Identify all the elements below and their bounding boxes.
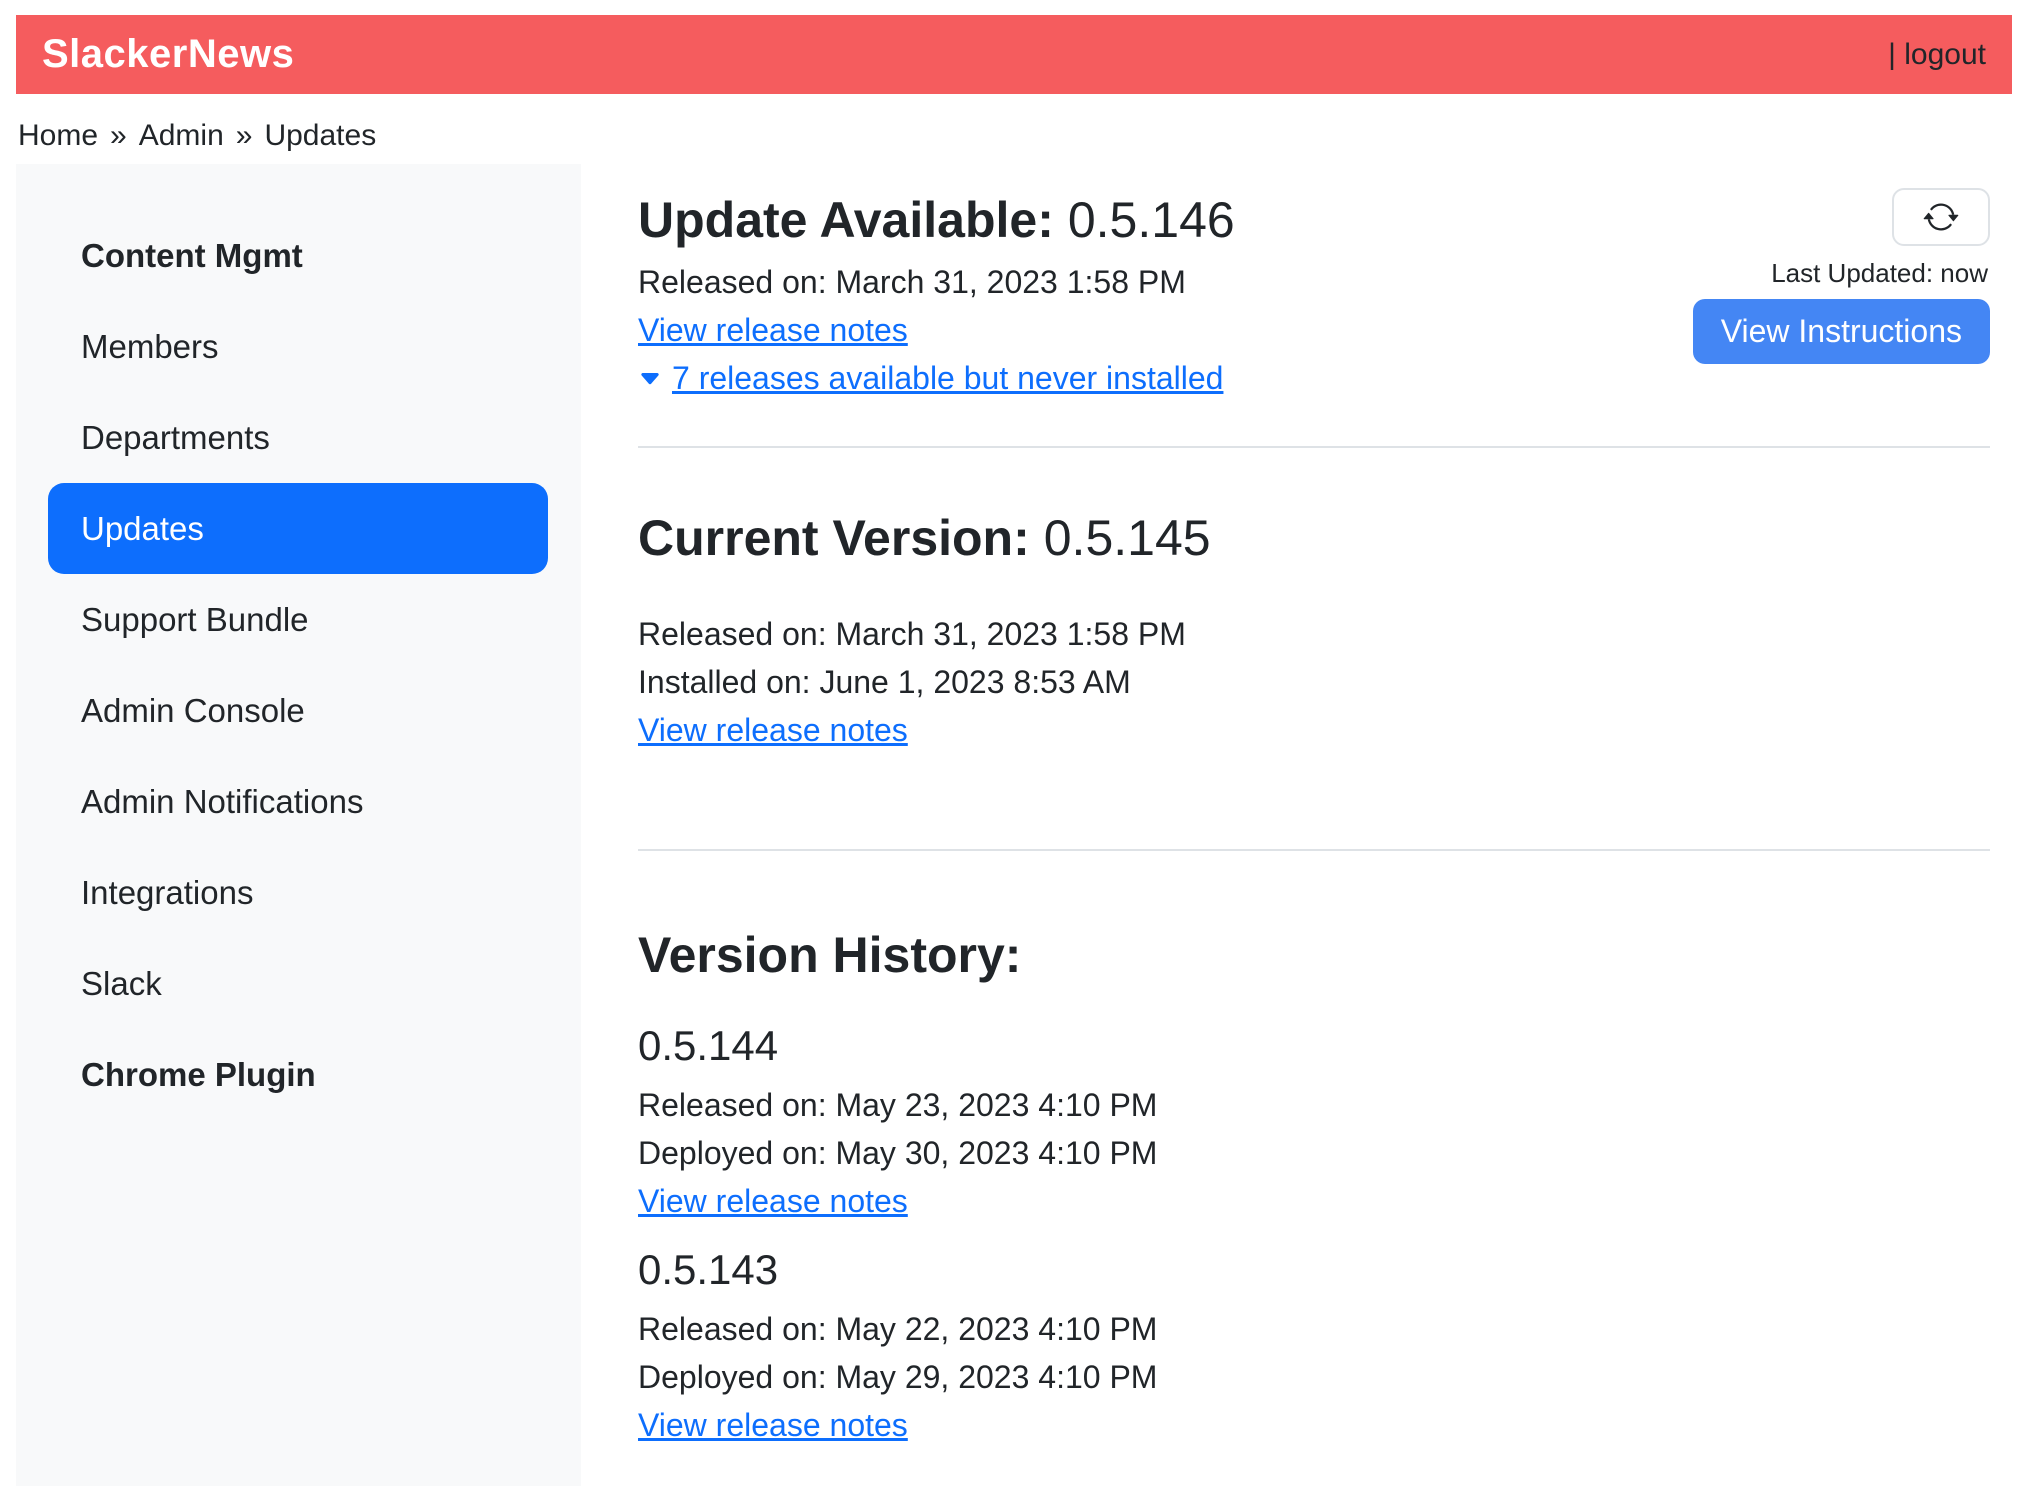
current-version-heading: Current Version:0.5.145 [638, 506, 1990, 570]
sidebar-item-departments[interactable]: Departments [48, 392, 548, 483]
sidebar-item-admin-console[interactable]: Admin Console [48, 665, 548, 756]
refresh-button[interactable] [1892, 188, 1990, 246]
version-history-entry: 0.5.143 Released on: May 22, 2023 4:10 P… [638, 1243, 1990, 1449]
history-deployed-on: Deployed on: May 30, 2023 4:10 PM [638, 1129, 1990, 1177]
history-released-on: Released on: May 22, 2023 4:10 PM [638, 1305, 1990, 1353]
current-released-on: Released on: March 31, 2023 1:58 PM [638, 610, 1990, 658]
releases-available-toggle[interactable]: 7 releases available but never installed [638, 360, 1223, 396]
main-content: Update Available:0.5.146 Released on: Ma… [581, 164, 2012, 1449]
breadcrumb-admin[interactable]: Admin [139, 119, 224, 152]
layout: Content Mgmt Members Departments Updates… [16, 164, 2012, 1486]
last-updated-text: Last Updated: now [1771, 258, 1988, 289]
caret-down-icon [638, 367, 662, 391]
logout-link[interactable]: | logout [1888, 38, 1986, 72]
sidebar: Content Mgmt Members Departments Updates… [16, 164, 581, 1486]
view-release-notes-link[interactable]: View release notes [638, 1407, 908, 1443]
update-available-label: Update Available: [638, 192, 1054, 248]
history-version-number: 0.5.143 [638, 1243, 1990, 1297]
current-version-section: Current Version:0.5.145 Released on: Mar… [638, 506, 1990, 754]
sidebar-item-updates[interactable]: Updates [48, 483, 548, 574]
page: SlackerNews | logout Home»Admin»Updates … [0, 0, 2028, 1486]
history-released-on: Released on: May 23, 2023 4:10 PM [638, 1081, 1990, 1129]
breadcrumb-current: Updates [264, 119, 376, 152]
view-release-notes-link[interactable]: View release notes [638, 1183, 908, 1219]
view-release-notes-link[interactable]: View release notes [638, 312, 908, 348]
update-released-on: Released on: March 31, 2023 1:58 PM [638, 258, 1235, 306]
sidebar-item-chrome-plugin[interactable]: Chrome Plugin [48, 1029, 548, 1120]
view-instructions-button[interactable]: View Instructions [1693, 299, 1990, 364]
view-release-notes-link[interactable]: View release notes [638, 712, 908, 748]
app-header: SlackerNews | logout [16, 15, 2012, 94]
history-deployed-on: Deployed on: May 29, 2023 4:10 PM [638, 1353, 1990, 1401]
history-version-number: 0.5.144 [638, 1019, 1990, 1073]
app-brand[interactable]: SlackerNews [42, 32, 294, 77]
update-available-section: Update Available:0.5.146 Released on: Ma… [638, 188, 1990, 402]
refresh-icon [1923, 199, 1959, 235]
update-available-version: 0.5.146 [1068, 192, 1235, 248]
sidebar-item-admin-notifications[interactable]: Admin Notifications [48, 756, 548, 847]
sidebar-item-content-mgmt[interactable]: Content Mgmt [48, 210, 548, 301]
version-history-entry: 0.5.144 Released on: May 23, 2023 4:10 P… [638, 1019, 1990, 1225]
current-version-label: Current Version: [638, 510, 1030, 566]
update-available-heading: Update Available:0.5.146 [638, 188, 1235, 252]
breadcrumb-home[interactable]: Home [18, 119, 98, 152]
version-history-section: Version History: 0.5.144 Released on: Ma… [638, 923, 1990, 1449]
version-history-heading: Version History: [638, 923, 1990, 987]
current-version-number: 0.5.145 [1044, 510, 1211, 566]
sidebar-item-support-bundle[interactable]: Support Bundle [48, 574, 548, 665]
breadcrumb-separator: » [236, 119, 253, 152]
breadcrumb: Home » Admin » Updates [18, 118, 2012, 154]
sidebar-item-slack[interactable]: Slack [48, 938, 548, 1029]
sidebar-item-integrations[interactable]: Integrations [48, 847, 548, 938]
sidebar-item-members[interactable]: Members [48, 301, 548, 392]
current-installed-on: Installed on: June 1, 2023 8:53 AM [638, 658, 1990, 706]
releases-available-label: 7 releases available but never installed [672, 360, 1223, 396]
section-divider [638, 849, 1990, 851]
update-utilities: Last Updated: now View Instructions [1693, 188, 1990, 364]
breadcrumb-separator: » [110, 119, 127, 152]
section-divider [638, 446, 1990, 448]
